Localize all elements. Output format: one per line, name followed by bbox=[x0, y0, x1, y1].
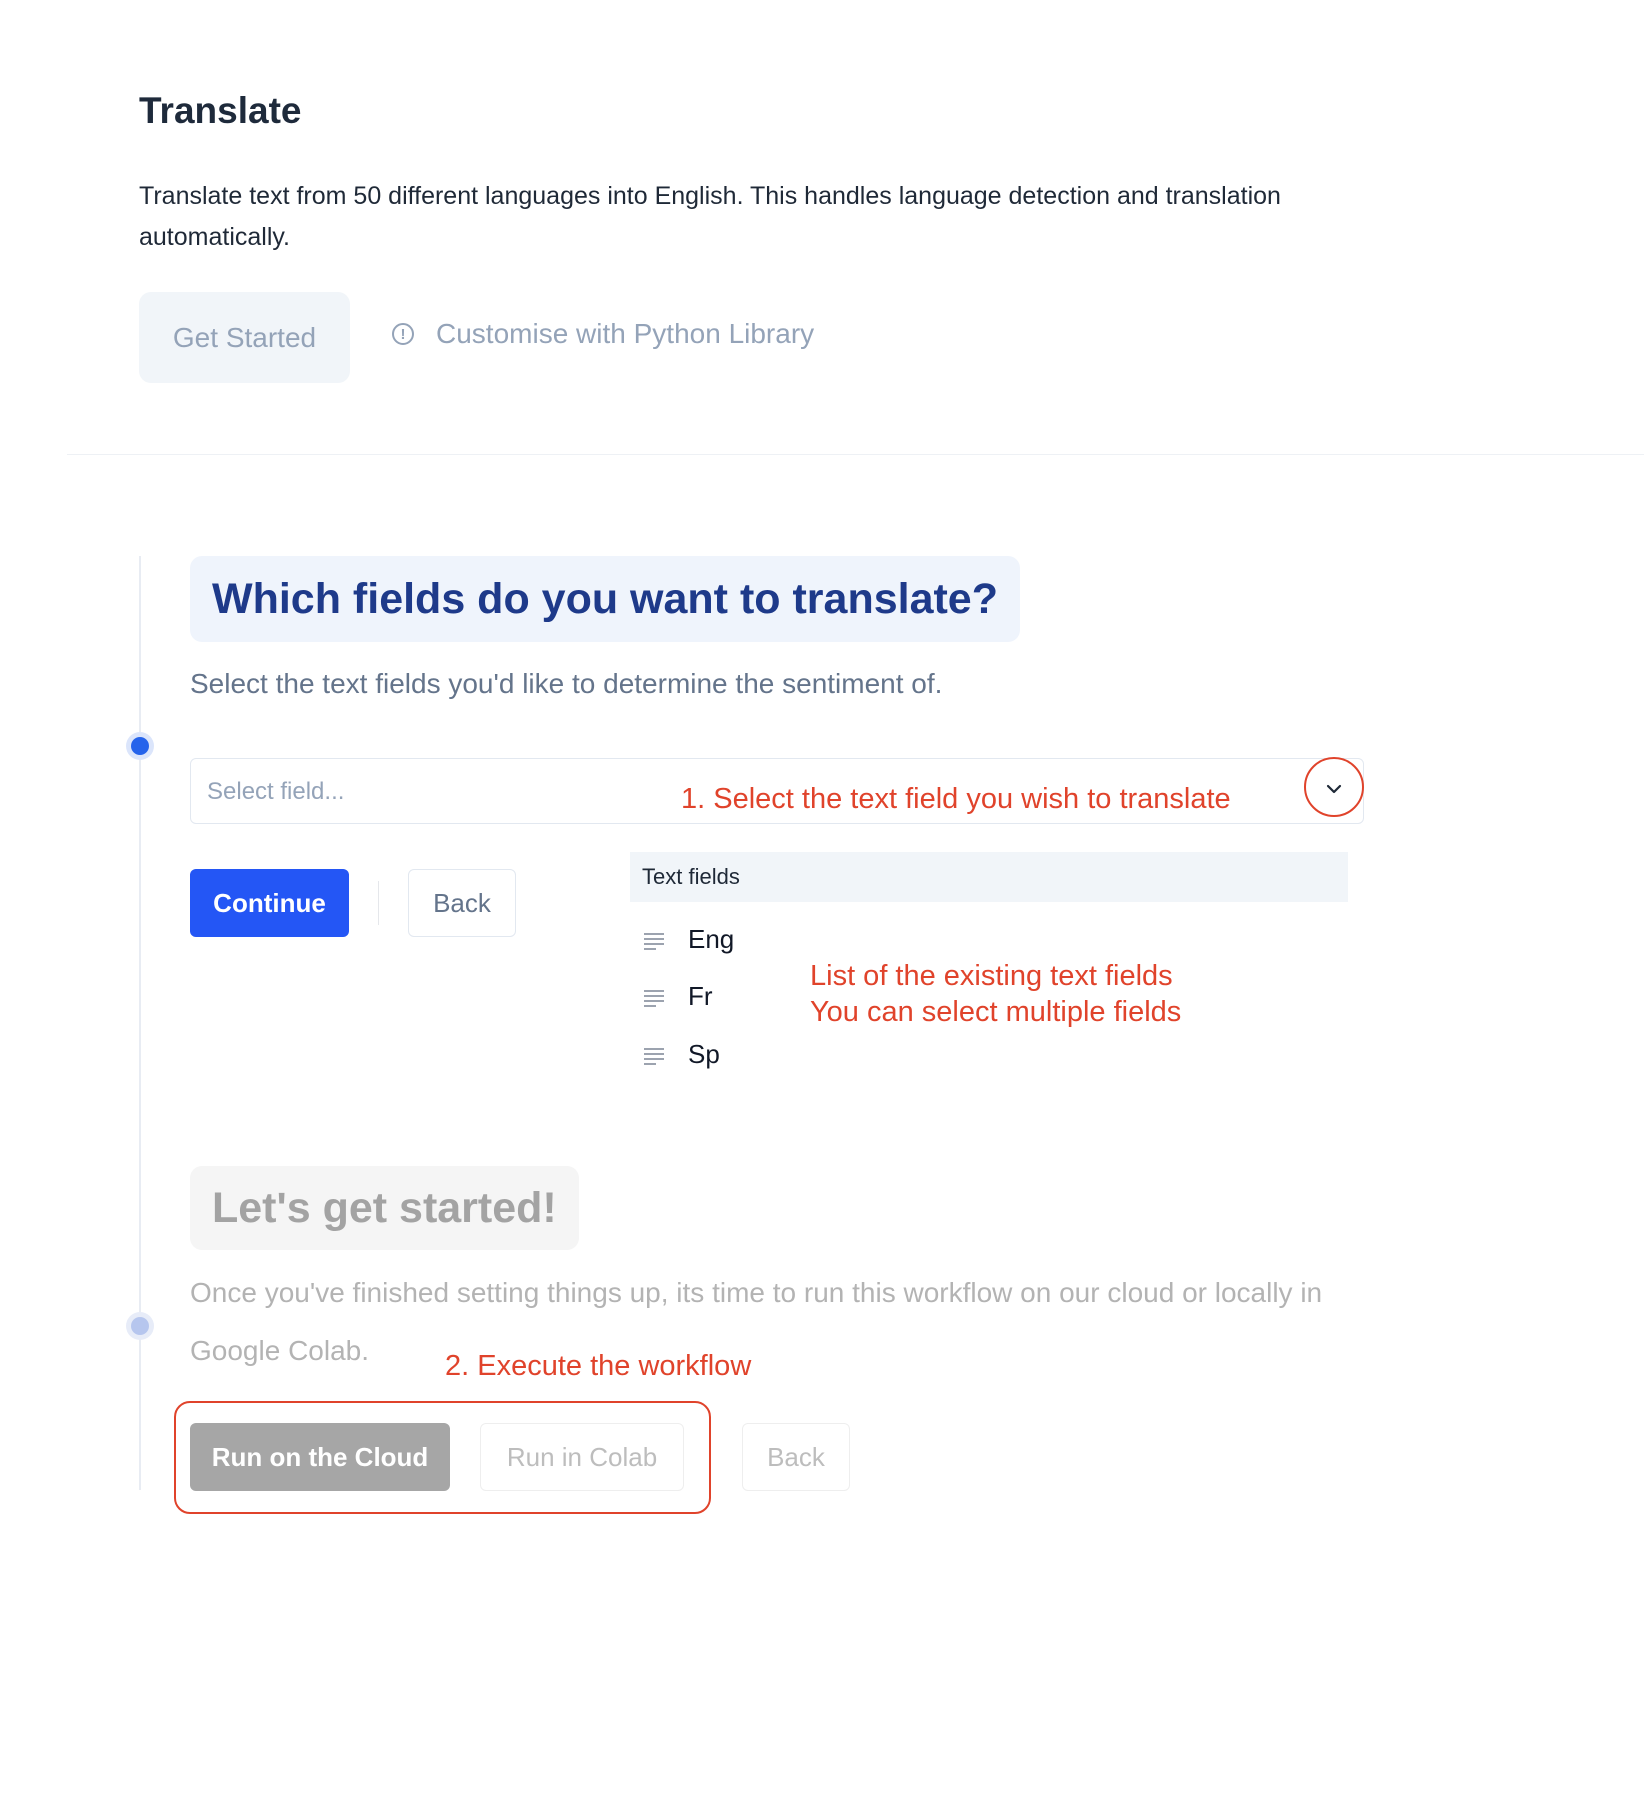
continue-button[interactable]: Continue bbox=[190, 869, 349, 937]
annotation-circle bbox=[1304, 757, 1364, 817]
run-cloud-button[interactable]: Run on the Cloud bbox=[190, 1423, 450, 1491]
dropdown-item-label: Eng bbox=[688, 924, 735, 954]
info-icon: ! bbox=[392, 323, 414, 345]
page-description: Translate text from 50 different languag… bbox=[139, 182, 1281, 251]
dropdown-group-header: Text fields bbox=[630, 852, 1348, 902]
dropdown-item-label: Sp bbox=[688, 1039, 720, 1069]
text-lines-icon bbox=[644, 1047, 664, 1065]
step-2-title: Let's get started! bbox=[190, 1166, 579, 1250]
dropdown-item-sp[interactable]: Sp bbox=[642, 1039, 720, 1070]
annotation-list-hint: List of the existing text fields You can… bbox=[810, 958, 1181, 1030]
back-button[interactable]: Back bbox=[408, 869, 516, 937]
step-1-indicator bbox=[131, 737, 149, 755]
page-title: Translate bbox=[139, 90, 302, 131]
step-1-title: Which fields do you want to translate? bbox=[190, 556, 1020, 642]
annotation-select-hint: 1. Select the text field you wish to tra… bbox=[681, 783, 1231, 815]
customise-link-label: Customise with Python Library bbox=[436, 318, 815, 349]
text-lines-icon bbox=[644, 932, 664, 950]
step-2-description: Once you've finished setting things up, … bbox=[190, 1277, 1323, 1366]
annotation-list-hint-line2: You can select multiple fields bbox=[810, 996, 1182, 1028]
field-select-placeholder: Select field... bbox=[207, 778, 345, 805]
get-started-button[interactable]: Get Started bbox=[139, 292, 350, 383]
customise-python-link[interactable]: ! Customise with Python Library bbox=[392, 318, 814, 350]
annotation-list-hint-line1: List of the existing text fields bbox=[810, 960, 1173, 992]
run-colab-button[interactable]: Run in Colab bbox=[480, 1423, 684, 1491]
section-divider bbox=[67, 454, 1644, 455]
text-lines-icon bbox=[644, 989, 664, 1007]
dropdown-item-eng[interactable]: Eng bbox=[642, 924, 734, 955]
step-2-indicator bbox=[131, 1317, 149, 1335]
back-button-step-2[interactable]: Back bbox=[742, 1423, 850, 1491]
dropdown-item-label: Fr bbox=[688, 981, 713, 1011]
annotation-execute-hint: 2. Execute the workflow bbox=[445, 1350, 752, 1382]
timeline-line bbox=[139, 556, 141, 1490]
button-separator bbox=[378, 881, 379, 925]
dropdown-item-fr[interactable]: Fr bbox=[642, 981, 713, 1012]
step-1-description: Select the text fields you'd like to det… bbox=[190, 668, 943, 699]
